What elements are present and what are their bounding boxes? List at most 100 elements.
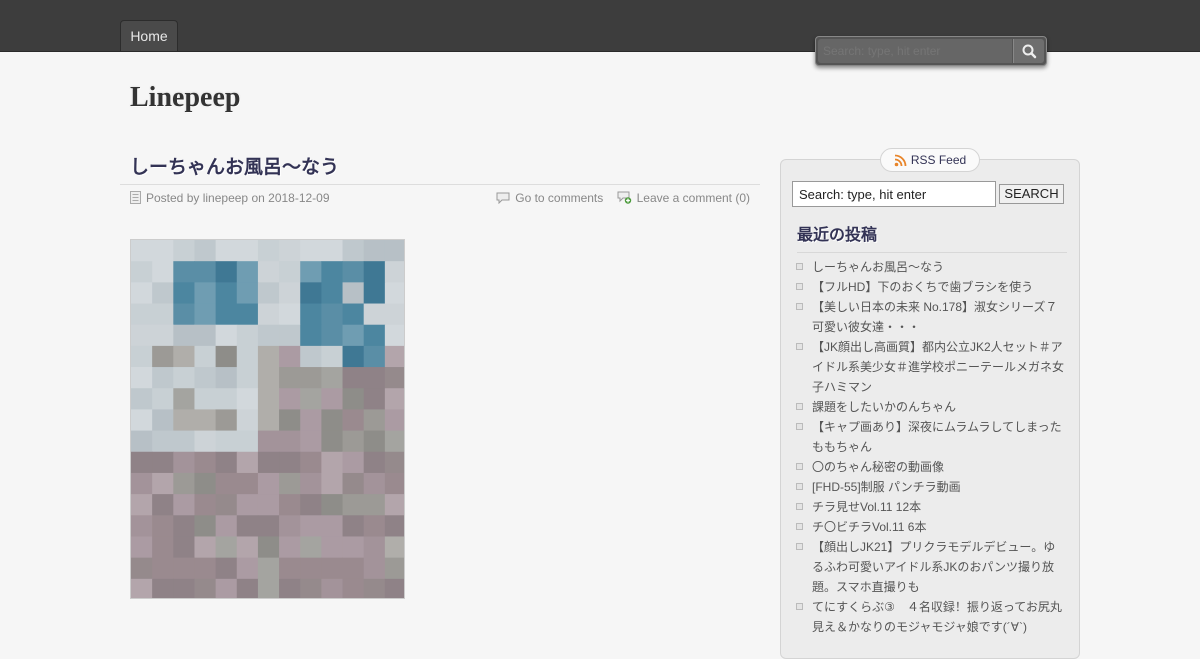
mosaic-tile	[279, 303, 301, 326]
recent-post-link[interactable]: 【顔出しJK21】プリクラモデルデビュー。ゆるふわ可愛いアイドル系JKのおパンツ…	[812, 540, 1055, 594]
recent-post-link[interactable]: てにすくらぶ③ ４名収録！振り返ってお尻丸見え＆かなりのモジャモジャ娘です(´∀…	[812, 600, 1062, 634]
mosaic-tile	[279, 409, 301, 432]
mosaic-tile	[321, 536, 344, 559]
nav-home-tab[interactable]: Home	[120, 20, 178, 51]
mosaic-tile	[363, 388, 386, 410]
mosaic-tile	[152, 578, 174, 598]
recent-post-item[interactable]: 課題をしたいかのんちゃん	[796, 397, 1066, 417]
post-title[interactable]: しーちゃんお風呂～なう	[130, 152, 339, 179]
mosaic-tile	[236, 261, 259, 283]
sidebar-search-button[interactable]: SEARCH	[999, 184, 1064, 204]
recent-post-item[interactable]: 【美しい日本の未来 No.178】淑女シリーズ７ 可愛い彼女達・・・	[796, 297, 1069, 337]
mosaic-tile	[194, 515, 217, 537]
mosaic-tile	[194, 557, 217, 580]
leave-comment-link[interactable]: Leave a comment (0)	[637, 191, 750, 205]
mosaic-tile	[194, 451, 217, 474]
mosaic-tile	[236, 240, 259, 262]
mosaic-tile	[215, 261, 238, 283]
mosaic-tile	[257, 345, 280, 368]
header-search-button[interactable]	[1013, 39, 1044, 63]
mosaic-tile	[257, 494, 280, 516]
mosaic-tile	[300, 367, 322, 389]
recent-post-item[interactable]: [FHD-55]制服 パンチラ動画	[796, 477, 1066, 497]
mosaic-tile	[257, 388, 280, 410]
sidebar-search-input[interactable]	[792, 181, 996, 207]
mosaic-tile	[173, 472, 195, 495]
list-bullet-icon	[796, 463, 803, 470]
mosaic-tile	[194, 472, 217, 495]
recent-post-item[interactable]: てにすくらぶ③ ４名収録！振り返ってお尻丸見え＆かなりのモジャモジャ娘です(´∀…	[796, 597, 1066, 637]
mosaic-tile	[279, 388, 301, 410]
recent-post-link[interactable]: 【美しい日本の未来 No.178】淑女シリーズ７ 可愛い彼女達・・・	[812, 300, 1069, 334]
mosaic-tile	[131, 324, 153, 347]
recent-post-item[interactable]: 〇のちゃん秘密の動画像	[796, 457, 1066, 477]
recent-post-item[interactable]: 【JK顔出し高画質】都内公立JK2人セット＃アイドル系美少女＃進学校ポニーテール…	[796, 337, 1066, 397]
mosaic-tile	[321, 451, 344, 474]
recent-post-item[interactable]: しーちゃんお風呂～なう	[796, 257, 1066, 277]
mosaic-tile	[173, 536, 195, 559]
rss-feed-link[interactable]: RSS Feed	[880, 148, 980, 172]
mosaic-tile	[152, 388, 174, 410]
recent-post-link[interactable]: 【JK顔出し高画質】都内公立JK2人セット＃アイドル系美少女＃進学校ポニーテール…	[812, 340, 1064, 394]
mosaic-tile	[215, 240, 238, 262]
mosaic-tile	[384, 451, 404, 474]
list-bullet-icon	[796, 483, 803, 490]
recent-post-link[interactable]: 〇のちゃん秘密の動画像	[812, 460, 944, 474]
site-title[interactable]: Linepeep	[130, 82, 240, 114]
recent-post-link[interactable]: 【キャプ画あり】深夜にムラムラしてしまったももちゃん	[812, 420, 1062, 454]
recent-post-item[interactable]: チ〇ビチラVol.11 6本	[796, 517, 1066, 537]
recent-post-item[interactable]: 【キャプ画あり】深夜にムラムラしてしまったももちゃん	[796, 417, 1066, 457]
recent-post-link[interactable]: しーちゃんお風呂～なう	[812, 260, 944, 274]
mosaic-tile	[215, 324, 238, 347]
mosaic-tile	[384, 536, 404, 559]
list-bullet-icon	[796, 403, 803, 410]
mosaic-tile	[279, 261, 301, 283]
mosaic-tile	[363, 494, 386, 516]
mosaic-tile	[257, 451, 280, 474]
mosaic-tile	[152, 303, 174, 326]
mosaic-tile	[152, 557, 174, 580]
recent-post-link[interactable]: 課題をしたいかのんちゃん	[812, 400, 956, 414]
mosaic-tile	[173, 367, 195, 389]
mosaic-tile	[236, 451, 259, 474]
mosaic-tile	[321, 282, 344, 305]
recent-post-link[interactable]: [FHD-55]制服 パンチラ動画	[812, 480, 961, 494]
mosaic-tile	[363, 261, 386, 283]
mosaic-tile	[363, 282, 386, 305]
mosaic-tile	[215, 430, 238, 453]
mosaic-tile	[257, 282, 280, 305]
author-link[interactable]: linepeep	[203, 191, 248, 205]
mosaic-tile	[300, 303, 322, 326]
mosaic-tile	[152, 472, 174, 495]
recent-post-item[interactable]: 【フルHD】下のおくちで歯ブラシを使う	[796, 277, 1066, 297]
magnifier-icon	[1022, 44, 1037, 59]
mosaic-tile	[173, 557, 195, 580]
mosaic-tile	[173, 303, 195, 326]
post-image-pixelated[interactable]	[130, 239, 405, 599]
list-bullet-icon	[796, 523, 803, 530]
mosaic-tile	[236, 303, 259, 326]
recent-post-item[interactable]: 【顔出しJK21】プリクラモデルデビュー。ゆるふわ可愛いアイドル系JKのおパンツ…	[796, 537, 1066, 597]
mosaic-tile	[236, 515, 259, 537]
add-comment-icon	[617, 191, 631, 205]
mosaic-tile	[257, 367, 280, 389]
recent-post-link[interactable]: 【フルHD】下のおくちで歯ブラシを使う	[812, 280, 1033, 294]
mosaic-tile	[257, 303, 280, 326]
recent-post-item[interactable]: チラ見せVol.11 12本	[796, 497, 1066, 517]
mosaic-tile	[342, 515, 365, 537]
mosaic-tile	[194, 367, 217, 389]
mosaic-tile	[194, 536, 217, 559]
on-text: on	[251, 190, 265, 205]
go-to-comments-link[interactable]: Go to comments	[515, 191, 603, 205]
mosaic-tile	[279, 324, 301, 347]
mosaic-tile	[363, 578, 386, 598]
mosaic-tile	[131, 240, 153, 262]
mosaic-tile	[279, 536, 301, 559]
mosaic-tile	[257, 324, 280, 347]
recent-post-link[interactable]: チ〇ビチラVol.11 6本	[812, 520, 926, 534]
mosaic-tile	[279, 557, 301, 580]
rss-icon	[894, 154, 907, 167]
header-search-input[interactable]	[818, 39, 1012, 63]
recent-post-link[interactable]: チラ見せVol.11 12本	[812, 500, 921, 514]
mosaic-tile	[279, 367, 301, 389]
